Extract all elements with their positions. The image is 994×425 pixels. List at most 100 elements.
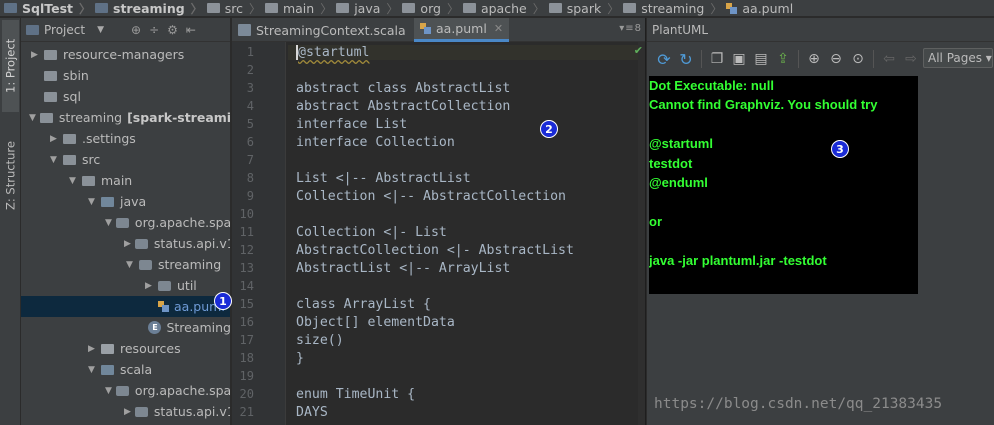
- expand-right-icon[interactable]: ▶: [86, 344, 97, 354]
- editor-tab[interactable]: aa.puml ✕: [414, 18, 510, 42]
- editor-error-stripe: [638, 42, 645, 425]
- module-name-label: [spark-streaming_2: [127, 110, 231, 125]
- tree-item[interactable]: ▶ util: [21, 275, 230, 296]
- preview-output-line: java -jar plantuml.jar -testdot: [649, 252, 827, 268]
- breadcrumb-item[interactable]: streaming 〉: [623, 0, 726, 16]
- tree-item[interactable]: ▶ resources: [21, 338, 230, 359]
- expand-down-icon[interactable]: ▼: [86, 197, 97, 207]
- expand-down-icon[interactable]: ▼: [48, 155, 59, 165]
- tree-item[interactable]: ▶ status.api.v1.s: [21, 233, 230, 254]
- tree-item[interactable]: ▼ src: [21, 149, 230, 170]
- preview-output-line: Dot Executable: null: [649, 78, 774, 93]
- tree-item[interactable]: ▶ .settings: [21, 128, 230, 149]
- tree-item[interactable]: E Streaming: [21, 317, 230, 338]
- breadcrumb-label: main: [282, 0, 315, 16]
- expand-down-icon[interactable]: ▼: [67, 176, 78, 186]
- line-number: 7: [246, 153, 254, 167]
- breadcrumb-item[interactable]: streaming 〉: [95, 0, 207, 16]
- reload-icon[interactable]: ↻: [675, 48, 697, 70]
- expand-down-icon[interactable]: ▼: [29, 113, 36, 123]
- project-panel: Project ▼ ⊕ ÷ ⚙ ⇤ ▶ resource-managers sbin…: [21, 18, 231, 425]
- line-number: 10: [239, 207, 254, 221]
- chevron-right-icon: 〉: [320, 1, 333, 16]
- breadcrumb-item[interactable]: java 〉: [336, 0, 402, 16]
- expand-right-icon[interactable]: ▶: [124, 239, 131, 249]
- expand-right-icon[interactable]: ▶: [124, 407, 131, 417]
- package-icon: [115, 385, 129, 396]
- code-line: Collection <|- List: [296, 225, 447, 240]
- tree-item[interactable]: ▶ resource-managers: [21, 44, 230, 65]
- scala-file-icon: [238, 24, 251, 36]
- breadcrumb-item[interactable]: aa.puml: [726, 0, 797, 16]
- zoom-out-icon[interactable]: ⊖: [825, 48, 847, 70]
- tree-item[interactable]: ▼ streaming: [21, 254, 230, 275]
- tree-item[interactable]: ▼ streaming [spark-streaming_2: [21, 107, 231, 128]
- preview-output-line: @startuml: [649, 136, 713, 152]
- tree-item[interactable]: ▼ org.apache.spark: [21, 212, 231, 233]
- gear-icon[interactable]: ⚙: [167, 23, 178, 37]
- expand-down-icon[interactable]: ▼: [105, 218, 112, 228]
- code-line: abstract AbstractCollection: [296, 99, 511, 114]
- tree-item[interactable]: ▼ org.apache.spark: [21, 380, 230, 401]
- next-page-icon[interactable]: ⇨: [900, 48, 922, 70]
- expand-down-icon[interactable]: ▼: [124, 260, 135, 270]
- breadcrumb-item[interactable]: SqlTest 〉: [4, 0, 95, 16]
- package-icon: [158, 280, 171, 291]
- puml-file-icon: [726, 2, 738, 14]
- scroll-from-source-icon[interactable]: ⊕: [131, 23, 141, 37]
- expand-down-icon[interactable]: ▼: [86, 365, 97, 375]
- expand-right-icon[interactable]: ▶: [29, 50, 40, 60]
- structure-tool-window-tab[interactable]: Z: Structure: [2, 128, 19, 224]
- code-line: }: [296, 351, 304, 366]
- export-icon[interactable]: ⇪: [772, 48, 794, 70]
- editor-tabs-bar: StreamingContext.scala✕ aa.puml ✕ ▾≡8: [232, 18, 645, 42]
- breadcrumb-item[interactable]: spark 〉: [548, 0, 624, 16]
- pages-dropdown[interactable]: All Pages ▾: [923, 48, 993, 68]
- line-number: 18: [239, 351, 254, 365]
- project-view-selector[interactable]: Project ▼: [26, 23, 104, 37]
- tree-item[interactable]: ▶ status.api.v1.s: [21, 401, 230, 422]
- save-icon[interactable]: ▣: [728, 48, 750, 70]
- breadcrumb-item[interactable]: apache 〉: [462, 0, 549, 16]
- chevron-right-icon: 〉: [532, 1, 545, 16]
- previous-page-icon[interactable]: ⇦: [878, 48, 900, 70]
- package-icon: [139, 259, 152, 270]
- close-icon[interactable]: ✕: [494, 22, 503, 35]
- code-line: AbstractList <|-- ArrayList: [296, 261, 511, 276]
- actual-size-icon[interactable]: ⊙: [847, 48, 869, 70]
- package-icon: [115, 217, 129, 228]
- collapse-icon[interactable]: ÷: [149, 23, 159, 37]
- tree-item[interactable]: sql: [21, 86, 230, 107]
- chevron-down-icon: ▼: [97, 24, 104, 35]
- tree-item[interactable]: sbin: [21, 65, 230, 86]
- tree-item[interactable]: aa.puml: [21, 296, 230, 317]
- toolbar-divider: [701, 50, 702, 68]
- enum-file-icon: E: [148, 321, 162, 334]
- editor-tab[interactable]: StreamingContext.scala✕: [232, 18, 428, 42]
- project-tool-window-tab[interactable]: 1: Project: [2, 20, 19, 112]
- tree-item-label: resource-managers: [63, 47, 185, 62]
- zoom-in-icon[interactable]: ⊕: [803, 48, 825, 70]
- code-line: abstract class AbstractList: [296, 81, 511, 96]
- expand-down-icon[interactable]: ▼: [105, 386, 112, 396]
- breadcrumb-item[interactable]: org 〉: [402, 0, 463, 16]
- expand-right-icon[interactable]: ▶: [48, 134, 59, 144]
- tree-item[interactable]: ▼ main: [21, 170, 230, 191]
- tree-item-label: org.apache.spark: [134, 215, 231, 230]
- tree-item[interactable]: ▼ scala: [21, 359, 230, 380]
- save-all-icon[interactable]: ▤: [750, 48, 772, 70]
- hide-panel-icon[interactable]: ⇤: [186, 23, 196, 37]
- copy-icon[interactable]: ❐: [706, 48, 728, 70]
- breadcrumb-item[interactable]: main 〉: [264, 0, 336, 16]
- source-folder-icon: [101, 196, 114, 207]
- tree-item[interactable]: ▼ java: [21, 191, 230, 212]
- refresh-icon[interactable]: ⟳: [653, 48, 675, 70]
- folder-icon: [548, 3, 562, 13]
- tabs-menu-icon[interactable]: ▾≡8: [619, 23, 642, 34]
- plantuml-toolbar: ⟳ ↻ ❐ ▣ ▤ ⇪ ⊕ ⊖ ⊙ ⇦ ⇨ All Pages ▾: [647, 43, 994, 75]
- chevron-right-icon: 〉: [79, 1, 92, 16]
- expand-right-icon[interactable]: ▶: [143, 281, 154, 291]
- breadcrumb-item[interactable]: src 〉: [206, 0, 265, 16]
- chevron-right-icon: 〉: [710, 1, 723, 16]
- breadcrumb-label: java: [354, 0, 381, 16]
